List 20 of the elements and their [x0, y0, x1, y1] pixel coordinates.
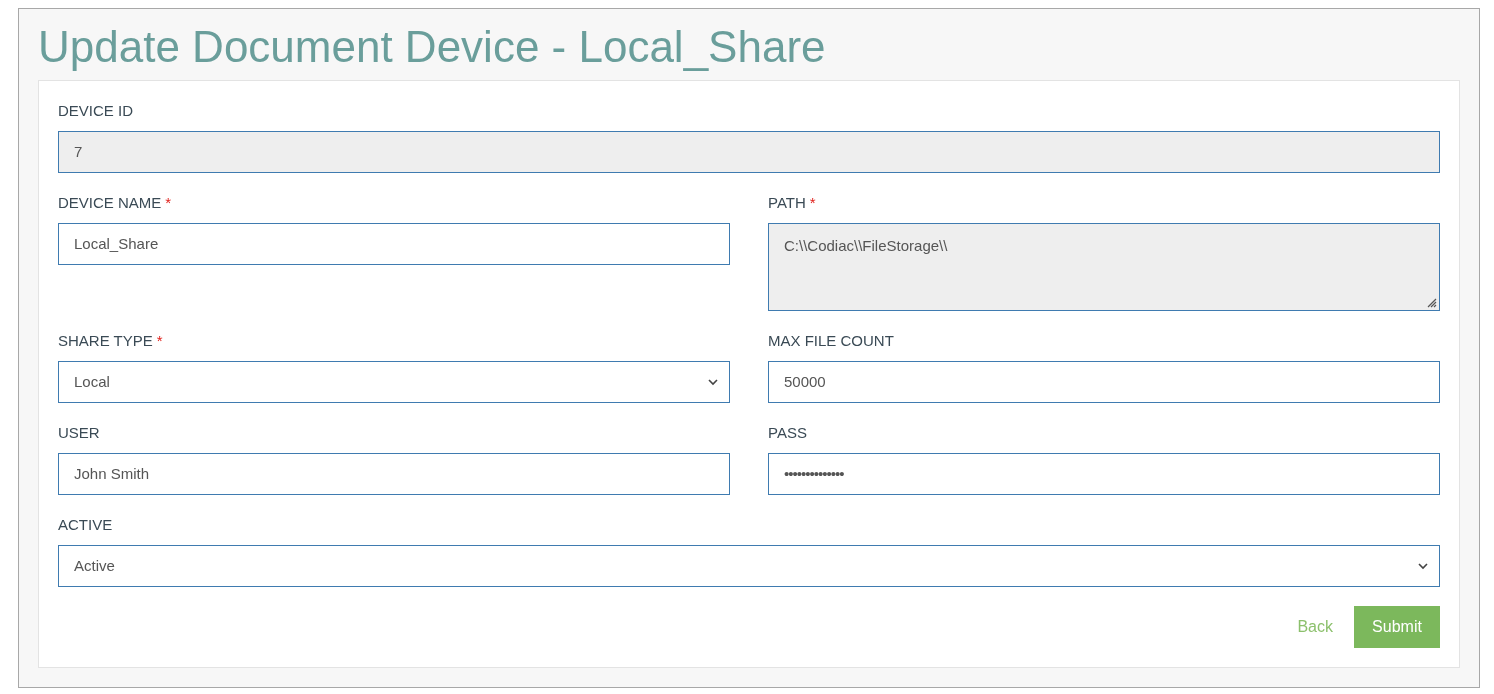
field-label: MAX FILE COUNT	[768, 331, 894, 352]
field-label: PATH	[768, 193, 806, 214]
page-title: Update Document Device - Local_Share	[38, 21, 827, 73]
field-label: PASS	[768, 423, 807, 444]
input-field[interactable]: John Smith	[58, 453, 730, 495]
field-label: USER	[58, 423, 100, 444]
password-field[interactable]: ••••••••••••••	[768, 453, 1440, 495]
chevron-down-icon	[1418, 562, 1428, 570]
required-mark: *	[809, 193, 816, 214]
field-label: DEVICE ID	[58, 101, 133, 122]
input-field[interactable]: Local_Share	[58, 223, 730, 265]
field-label: ACTIVE	[58, 515, 113, 536]
required-mark: *	[156, 331, 163, 352]
field-label: DEVICE NAME	[58, 193, 162, 214]
select-field[interactable]: Active	[58, 545, 1440, 587]
chevron-down-icon	[708, 378, 718, 386]
input-field[interactable]: 50000	[768, 361, 1440, 403]
select-field[interactable]: Local	[58, 361, 730, 403]
required-mark: *	[165, 193, 172, 214]
field-label: SHARE TYPE	[58, 331, 153, 352]
